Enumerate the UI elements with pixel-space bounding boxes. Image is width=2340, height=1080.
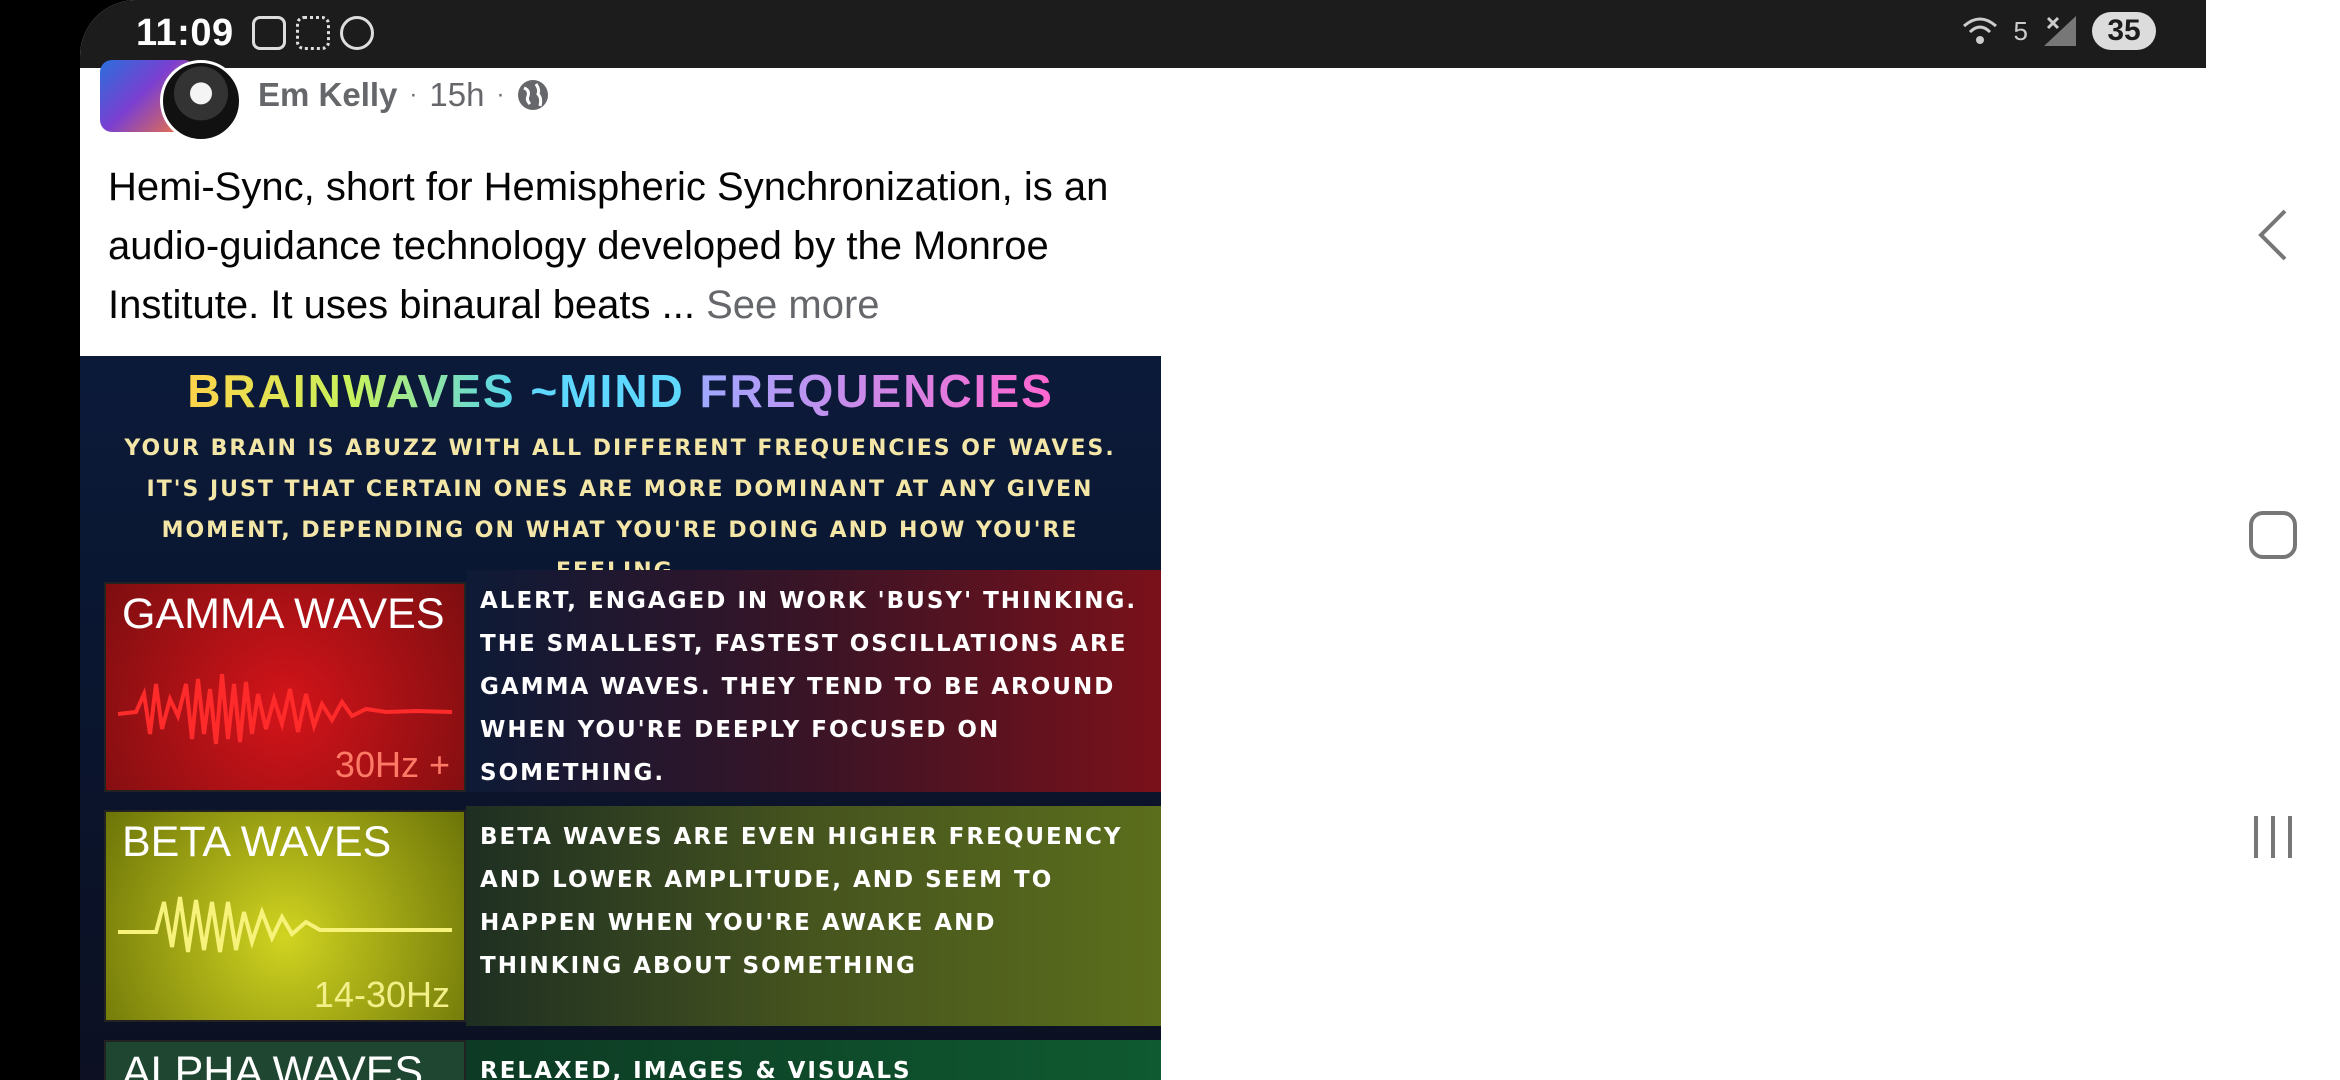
sync-icon	[340, 16, 374, 50]
caption-text: Hemi-Sync, short for Hemispheric Synchro…	[108, 165, 1109, 327]
image-title-part3: FREQUENCIES	[699, 365, 1054, 417]
see-more-link[interactable]: See more	[706, 283, 879, 327]
beta-wave-graphic	[118, 896, 452, 953]
screenshot-icon	[252, 16, 286, 50]
back-button[interactable]	[2206, 180, 2340, 290]
notification-icons	[252, 16, 374, 50]
gamma-wave-description: ALERT, ENGAGED IN WORK 'BUSY' THINKING. …	[466, 570, 1161, 792]
user-avatar[interactable]	[160, 60, 242, 142]
post-caption: Hemi-Sync, short for Hemispheric Synchro…	[108, 158, 1148, 335]
recents-icon	[2254, 816, 2292, 858]
home-icon	[2249, 511, 2297, 559]
separator-dot: ·	[496, 81, 505, 108]
status-time: 11:09	[136, 12, 234, 54]
beta-wave-hz: 14-30Hz	[313, 974, 450, 1015]
facebook-post: Em Kelly · 15h · Hemi-Sync, short for He…	[80, 60, 1161, 1080]
gamma-wave-title: GAMMA WAVES	[122, 590, 445, 638]
gamma-wave-hz: 30Hz +	[334, 744, 450, 785]
back-icon	[2258, 209, 2287, 261]
beta-wave-title: BETA WAVES	[122, 818, 392, 866]
post-image[interactable]: BRAINWAVES ~MIND FREQUENCIES YOUR BRAIN …	[80, 356, 1161, 1080]
globe-icon	[518, 80, 549, 110]
navigation-bar	[2206, 0, 2340, 1080]
image-title: BRAINWAVES ~MIND FREQUENCIES	[80, 364, 1161, 418]
image-title-part1: BRAINWAVES	[187, 365, 516, 417]
image-intro-text: YOUR BRAIN IS ABUZZ WITH ALL DIFFERENT F…	[124, 436, 1116, 584]
beta-wave-panel: BETA WAVES 14-30Hz	[104, 810, 466, 1022]
gamma-wave-panel: GAMMA WAVES 30Hz +	[104, 582, 466, 792]
status-bar: 11:09 5 35	[80, 0, 2206, 68]
dots-icon	[296, 16, 330, 50]
beta-wave-description: BETA WAVES ARE EVEN HIGHER FREQUENCY AND…	[466, 806, 1161, 1026]
author-name[interactable]: Em Kelly	[258, 76, 397, 114]
phone-screen: 11:09 5 35 Em Kelly · 15h · Hemi-Sync, s…	[80, 0, 2206, 1080]
wifi-icon	[1962, 17, 1997, 44]
status-icons-right: 5 35	[1960, 12, 2156, 50]
alpha-wave-panel: ALPHA WAVES	[104, 1040, 466, 1080]
battery-indicator: 35	[2092, 12, 2156, 50]
alpha-wave-title: ALPHA WAVES	[122, 1048, 424, 1080]
post-time[interactable]: 15h	[429, 76, 484, 114]
home-button[interactable]	[2206, 480, 2340, 590]
separator-dot: ·	[409, 81, 418, 108]
signal-icon	[2044, 16, 2076, 46]
recents-button[interactable]	[2206, 782, 2340, 892]
post-avatars[interactable]	[100, 60, 250, 142]
image-title-part2: ~MIND	[530, 365, 685, 417]
wifi-label: 5	[2013, 15, 2028, 46]
post-header: Em Kelly · 15h ·	[258, 76, 550, 114]
alpha-wave-description: RELAXED, IMAGES & VISUALS	[466, 1040, 1161, 1080]
